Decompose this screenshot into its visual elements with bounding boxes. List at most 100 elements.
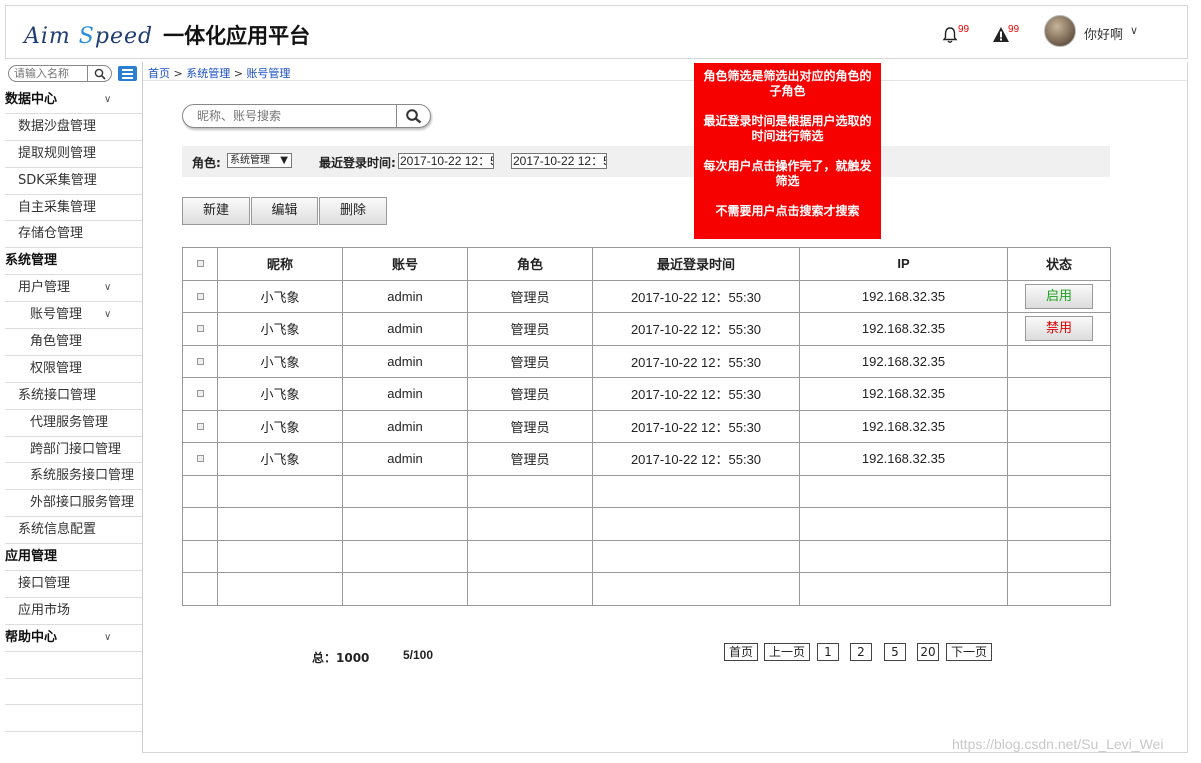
row-checkbox[interactable] <box>196 455 204 463</box>
table-row[interactable]: 小飞象 admin 管理员 2017-10-22 12：55:30 192.16… <box>182 279 1111 313</box>
chevron-down-icon: ∨ <box>104 94 112 105</box>
chevron-down-icon: ∨ <box>104 282 112 294</box>
sidebar-item-system-mgmt[interactable]: 系统管理 <box>5 248 142 276</box>
sidebar-item-account-mgmt[interactable]: 账号管理 ∨ <box>5 302 142 330</box>
sidebar-item-proxy-service[interactable]: 代理服务管理 <box>5 410 142 437</box>
sidebar-item-role-mgmt[interactable]: 角色管理 <box>5 329 142 356</box>
table-row-empty <box>182 507 1111 541</box>
page-first-button[interactable]: 首页 <box>724 643 758 661</box>
watermark: https://blog.csdn.net/Su_Levi_Wei <box>952 736 1164 752</box>
ip-cell: 192.168.32.35 <box>799 409 1008 443</box>
sidebar-search <box>8 65 112 82</box>
account-cell: admin <box>342 279 468 313</box>
login-time-label: 最近登录时间: <box>319 156 396 170</box>
sidebar-item-app-market[interactable]: 应用市场 <box>5 598 142 625</box>
app-title: 一体化应用平台 <box>163 24 311 48</box>
alert-button[interactable]: 99 <box>992 22 1022 46</box>
nickname-cell: 小飞象 <box>217 312 343 346</box>
table-row-empty <box>182 474 1111 508</box>
breadcrumb-system[interactable]: 系统管理 <box>186 67 230 80</box>
sidebar-item-system-info[interactable]: 系统信息配置 <box>5 517 142 545</box>
sidebar-item-storage[interactable]: 存储仓管理 <box>5 221 142 249</box>
row-checkbox[interactable] <box>196 325 204 333</box>
row-checkbox[interactable] <box>196 292 204 300</box>
ip-cell: 192.168.32.35 <box>799 344 1008 378</box>
role-cell: 管理员 <box>467 344 593 378</box>
status-cell: 禁用 <box>1007 312 1111 346</box>
chevron-down-icon[interactable]: ∨ <box>1130 24 1138 37</box>
row-checkbox[interactable] <box>196 357 204 365</box>
column-header: 昵称 <box>217 247 343 281</box>
breadcrumb-home[interactable]: 首页 <box>148 67 170 80</box>
notification-button[interactable]: 99 <box>942 22 972 46</box>
delete-button[interactable]: 删除 <box>319 197 387 225</box>
column-header: 账号 <box>342 247 468 281</box>
select-all-cell[interactable] <box>182 247 218 281</box>
sidebar-item-help-center[interactable]: 帮助中心 ∨ <box>5 625 142 652</box>
sidebar-item-data-center[interactable]: 数据中心 ∨ <box>5 87 142 114</box>
role-cell: 管理员 <box>467 312 593 346</box>
disable-button[interactable]: 禁用 <box>1025 316 1093 342</box>
sidebar-item-interface-mgmt[interactable]: 接口管理 <box>5 571 142 598</box>
username[interactable]: 你好啊 <box>1084 24 1123 43</box>
table-row[interactable]: 小飞象 admin 管理员 2017-10-22 12：55:30 192.16… <box>182 344 1111 378</box>
edit-button[interactable]: 编辑 <box>251 197 318 225</box>
nickname-cell: 小飞象 <box>217 344 343 378</box>
logo-wordmark: Aim Speed <box>24 24 154 49</box>
ip-cell: 192.168.32.35 <box>799 377 1008 411</box>
search-icon <box>94 68 106 80</box>
sidebar-empty-row <box>5 652 142 679</box>
page-next-button[interactable]: 下一页 <box>946 643 992 661</box>
table-row[interactable]: 小飞象 admin 管理员 2017-10-22 12：55:30 192.16… <box>182 409 1111 443</box>
role-filter-label: 角色: <box>192 156 221 170</box>
sidebar-item-sdk-collect[interactable]: SDK采集管理 <box>5 168 142 195</box>
table-row[interactable]: 小飞象 admin 管理员 2017-10-22 12：55:30 192.16… <box>182 312 1111 346</box>
sidebar-item-system-interface[interactable]: 系统接口管理 <box>5 383 142 410</box>
account-search <box>182 104 431 128</box>
role-select[interactable]: 系统管理 ▼ <box>227 153 292 168</box>
page-number-button[interactable]: 5 <box>884 643 906 661</box>
breadcrumb-current[interactable]: 账号管理 <box>246 67 290 80</box>
row-checkbox[interactable] <box>196 390 204 398</box>
sidebar-item-self-collect[interactable]: 自主采集管理 <box>5 195 142 222</box>
note-line: 最近登录时间是根据用户选取的时间进行筛选 <box>703 114 872 143</box>
table-row[interactable]: 小飞象 admin 管理员 2017-10-22 12：55:30 192.16… <box>182 442 1111 476</box>
sidebar-item-data-sandbox[interactable]: 数据沙盘管理 <box>5 114 142 141</box>
date-to-input[interactable]: 2017-10-22 12：55:30 <box>511 153 607 169</box>
sidebar-item-permission-mgmt[interactable]: 权限管理 <box>5 356 142 383</box>
sidebar-item-extract-rules[interactable]: 提取规则管理 <box>5 141 142 168</box>
sidebar: 数据中心∨ 数据沙盘管理 提取规则管理 SDK采集管理 自主采集管理 存储仓管理… <box>5 62 142 752</box>
select-all-checkbox[interactable] <box>196 260 204 268</box>
page-number-button[interactable]: 20 <box>917 643 939 661</box>
page-number-button[interactable]: 1 <box>817 643 839 661</box>
page-number-button[interactable]: 2 <box>850 643 872 661</box>
column-header: 角色 <box>467 247 593 281</box>
sidebar-item-system-service-interface[interactable]: 系统服务接口管理 <box>5 463 142 491</box>
sidebar-item-external-interface[interactable]: 外部接口服务管理 <box>5 490 142 518</box>
table-header-row: 昵称 账号 角色 最近登录时间 IP 状态 <box>182 247 1111 281</box>
sidebar-item-user-mgmt[interactable]: 用户管理 ∨ <box>5 275 142 303</box>
nickname-cell: 小飞象 <box>217 377 343 411</box>
date-from-input[interactable]: 2017-10-22 12：55:30 <box>398 153 494 169</box>
login-time-cell: 2017-10-22 12：55:30 <box>592 377 800 411</box>
sidebar-item-cross-dept-interface[interactable]: 跨部门接口管理 <box>5 437 142 464</box>
page-prev-button[interactable]: 上一页 <box>764 643 810 661</box>
enable-button[interactable]: 启用 <box>1025 283 1093 309</box>
menu-list-icon[interactable] <box>118 66 137 81</box>
sidebar-search-button[interactable] <box>87 65 111 82</box>
page-info: 5/100 <box>403 648 434 662</box>
new-button[interactable]: 新建 <box>182 197 250 225</box>
sidebar-search-input[interactable] <box>14 67 88 80</box>
role-cell: 管理员 <box>467 442 593 476</box>
user-avatar[interactable] <box>1044 15 1076 47</box>
row-checkbox[interactable] <box>196 422 204 430</box>
filter-bar: 角色: 系统管理▼ 最近登录时间: 2017-10-22 12：55:30 20… <box>182 146 1110 177</box>
search-input[interactable] <box>197 109 393 123</box>
role-cell: 管理员 <box>467 279 593 313</box>
ip-cell: 192.168.32.35 <box>799 442 1008 476</box>
sidebar-item-app-mgmt[interactable]: 应用管理 <box>5 544 142 572</box>
table-row[interactable]: 小飞象 admin 管理员 2017-10-22 12：55:30 192.16… <box>182 377 1111 411</box>
logo[interactable]: Aim Speed 一体化应用平台 <box>24 20 311 49</box>
main-border <box>1187 62 1188 753</box>
search-button[interactable] <box>396 104 431 128</box>
